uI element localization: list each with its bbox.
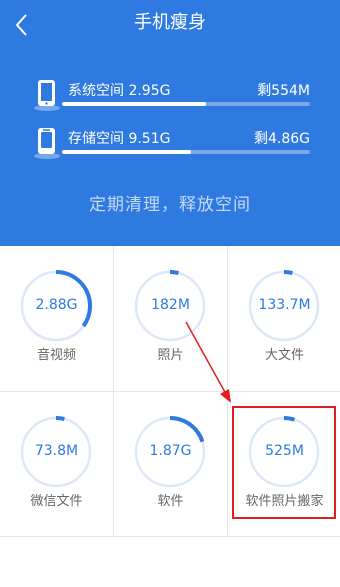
category-label: 大文件 [264, 348, 304, 363]
slogan-text: 定期清理，释放空间 [89, 195, 251, 215]
system-storage-track [62, 102, 310, 106]
grid-divider [0, 536, 340, 537]
category-size: 73.8M [34, 443, 79, 459]
header-panel: 手机瘦身 系统空间 2.95G 剩554M 存储空间 9.51G 剩4.86G … [0, 0, 340, 246]
category-audio-video[interactable]: 2.88G 音视频 [0, 246, 113, 391]
category-size: 182M [151, 297, 190, 313]
system-storage-fill [62, 102, 206, 106]
category-large-files[interactable]: 133.7M 大文件 [228, 246, 340, 391]
phone-icon [34, 80, 60, 111]
system-storage-label: 系统空间 2.95G [68, 83, 171, 99]
internal-storage-label: 存储空间 9.51G [68, 131, 171, 147]
internal-storage-track [62, 150, 310, 154]
grid-divider [0, 391, 340, 392]
category-size: 2.88G [35, 297, 78, 313]
category-grid: 2.88G 音视频 182M 照片 133.7M 大文件 73.8M 微信文件 … [0, 246, 340, 537]
category-photos[interactable]: 182M 照片 [114, 246, 227, 391]
category-label: 照片 [157, 348, 184, 363]
system-storage-remaining: 剩554M [257, 83, 310, 99]
category-software[interactable]: 1.87G 软件 [114, 392, 227, 537]
category-size: 1.87G [149, 443, 192, 459]
internal-storage-row: 存储空间 9.51G 剩4.86G [32, 126, 310, 160]
category-size: 525M [265, 443, 304, 459]
category-size: 133.7M [258, 297, 311, 313]
page-title: 手机瘦身 [134, 12, 206, 33]
category-label: 软件照片搬家 [245, 494, 324, 509]
category-photo-mover[interactable]: 525M 软件照片搬家 [228, 392, 340, 537]
category-label: 音视频 [36, 348, 76, 363]
category-label: 软件 [157, 494, 184, 509]
storage-icon [34, 128, 60, 159]
internal-storage-fill [62, 150, 191, 154]
system-storage-row: 系统空间 2.95G 剩554M [32, 78, 310, 112]
category-wechat-files[interactable]: 73.8M 微信文件 [0, 392, 113, 537]
category-label: 微信文件 [30, 494, 83, 509]
internal-storage-remaining: 剩4.86G [253, 131, 310, 147]
